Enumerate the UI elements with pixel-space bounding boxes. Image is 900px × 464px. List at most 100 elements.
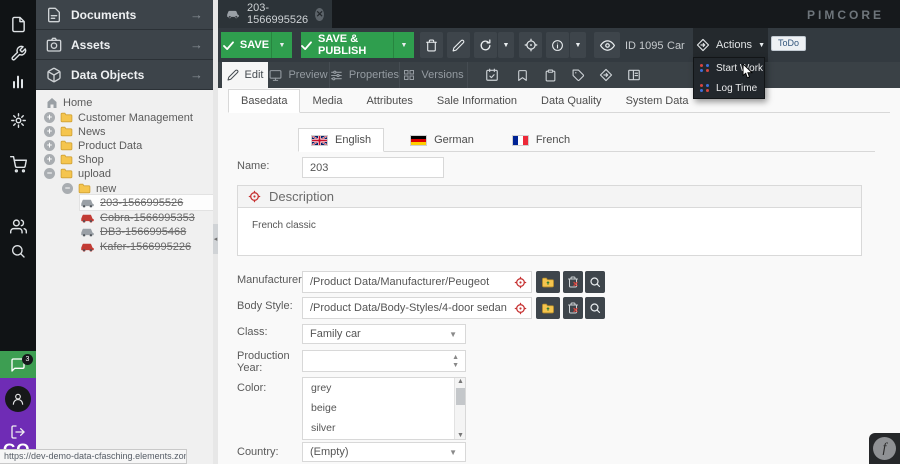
- rename-button[interactable]: [447, 32, 470, 58]
- production-year-label: Production: [237, 350, 290, 362]
- delete-button[interactable]: [420, 32, 443, 58]
- feedback-widget[interactable]: f: [869, 433, 900, 464]
- tree-item-203-selected[interactable]: 203-1566995526: [80, 195, 213, 210]
- tree-item-db3[interactable]: DB3-1566995468: [80, 224, 186, 239]
- accordion-data-objects[interactable]: Data Objects →: [36, 60, 213, 90]
- body-style-search-button[interactable]: [585, 297, 605, 319]
- locate-in-tree-button[interactable]: [519, 32, 542, 58]
- country-label: Country:: [237, 446, 279, 458]
- tab-edit[interactable]: Edit: [222, 62, 268, 88]
- tree-item-home[interactable]: Home: [46, 95, 92, 110]
- reload-button[interactable]: [474, 32, 497, 58]
- trash-icon: [425, 39, 438, 52]
- country-select[interactable]: (Empty) ▼: [302, 442, 466, 462]
- accordion-assets[interactable]: Assets →: [36, 30, 213, 60]
- tools-icon[interactable]: [0, 39, 36, 67]
- body-style-clear-button[interactable]: [563, 297, 583, 319]
- manufacturer-open-button[interactable]: [536, 271, 560, 293]
- chevron-down-icon: ▼: [575, 42, 582, 49]
- tab-versions[interactable]: Versions: [400, 62, 468, 88]
- production-year-spinner[interactable]: ▲▼: [302, 350, 466, 372]
- reports-icon[interactable]: [0, 68, 36, 96]
- camera-icon: [46, 37, 62, 53]
- tab-media[interactable]: Media: [300, 90, 354, 112]
- panel-splitter[interactable]: ◂: [213, 0, 218, 464]
- tree-item-kafer[interactable]: Kafer-1566995226: [80, 239, 191, 254]
- bookmark-icon[interactable]: [510, 64, 534, 86]
- tab-sale-information[interactable]: Sale Information: [425, 90, 529, 112]
- save-button[interactable]: SAVE: [221, 32, 271, 58]
- search-icon: [589, 302, 601, 314]
- manufacturer-clear-button[interactable]: [563, 271, 583, 293]
- tab-properties[interactable]: Properties: [330, 62, 400, 88]
- tab-language-english[interactable]: English: [298, 128, 384, 152]
- open-preview-button[interactable]: [594, 32, 620, 58]
- notes-icon[interactable]: [538, 64, 562, 86]
- settings-icon[interactable]: [0, 106, 36, 134]
- manufacturer-input[interactable]: [302, 271, 532, 293]
- color-option[interactable]: beige: [303, 398, 465, 418]
- notifications-button[interactable]: 3: [0, 351, 36, 378]
- save-publish-button[interactable]: SAVE & PUBLISH: [301, 32, 393, 58]
- notification-count-badge: 3: [22, 354, 33, 365]
- workflow-diamond-icon[interactable]: [594, 64, 618, 86]
- tree-item-new[interactable]: − new: [62, 181, 116, 196]
- body-style-open-button[interactable]: [536, 297, 560, 319]
- tag-icon[interactable]: [566, 64, 590, 86]
- save-dropdown-button[interactable]: ▼: [271, 32, 292, 58]
- tab-preview[interactable]: Preview: [268, 62, 330, 88]
- body-style-input[interactable]: [302, 297, 532, 319]
- tab-language-french[interactable]: French: [500, 129, 582, 151]
- expand-icon[interactable]: +: [44, 154, 55, 165]
- tab-system-data[interactable]: System Data: [614, 90, 701, 112]
- menu-item-start-work[interactable]: Start Work: [694, 58, 764, 78]
- scrollbar-thumb[interactable]: [456, 388, 465, 405]
- flag-gb-icon: [311, 135, 328, 146]
- users-icon[interactable]: [0, 212, 36, 240]
- close-icon[interactable]: ✕: [315, 8, 324, 21]
- tree-item-customer-management[interactable]: + Customer Management: [44, 110, 193, 125]
- open-document-tab[interactable]: 203-1566995526 ✕: [218, 0, 332, 28]
- tree-item-news[interactable]: + News: [44, 124, 106, 139]
- expand-icon[interactable]: +: [44, 140, 55, 151]
- color-option[interactable]: grey: [303, 378, 465, 398]
- class-select[interactable]: Family car ▼: [302, 324, 466, 344]
- name-input[interactable]: [302, 157, 444, 178]
- collapse-icon[interactable]: −: [62, 183, 73, 194]
- tree-item-shop[interactable]: + Shop: [44, 152, 104, 167]
- tree-item-cobra[interactable]: Cobra-1566995353: [80, 210, 195, 225]
- expand-icon[interactable]: +: [44, 112, 55, 123]
- scroll-down-icon[interactable]: ▼: [455, 432, 466, 439]
- reload-dropdown-button[interactable]: ▼: [498, 32, 514, 58]
- chevron-down-icon: ▼: [449, 448, 457, 457]
- manufacturer-search-button[interactable]: [585, 271, 605, 293]
- color-option[interactable]: silver: [303, 418, 465, 438]
- tab-data-quality[interactable]: Data Quality: [529, 90, 614, 112]
- expand-icon[interactable]: +: [44, 126, 55, 137]
- description-value[interactable]: French classic: [238, 208, 861, 243]
- tab-attributes[interactable]: Attributes: [354, 90, 424, 112]
- info-button[interactable]: [546, 32, 569, 58]
- avatar[interactable]: [5, 386, 31, 412]
- search-icon[interactable]: [0, 237, 36, 265]
- color-scrollbar[interactable]: ▲ ▼: [454, 378, 465, 439]
- info-dropdown-button[interactable]: ▼: [570, 32, 586, 58]
- tab-language-german[interactable]: German: [398, 129, 486, 151]
- collapse-icon[interactable]: −: [44, 168, 55, 179]
- spin-up-icon: ▲: [452, 354, 459, 361]
- todo-badge[interactable]: ToDo: [771, 36, 806, 51]
- tree-item-product-data[interactable]: + Product Data: [44, 138, 142, 153]
- color-multiselect[interactable]: grey beige silver ▲ ▼: [302, 377, 466, 440]
- spinner-arrows[interactable]: ▲▼: [452, 354, 459, 369]
- tree-item-upload[interactable]: − upload: [44, 166, 111, 181]
- scroll-up-icon[interactable]: ▲: [455, 378, 466, 385]
- tab-basedata[interactable]: Basedata: [228, 89, 300, 113]
- save-publish-dropdown-button[interactable]: ▼: [393, 32, 414, 58]
- menu-item-log-time[interactable]: Log Time: [694, 78, 764, 98]
- ecommerce-icon[interactable]: [0, 150, 36, 178]
- file-icon[interactable]: [0, 10, 36, 38]
- collapse-panel-handle[interactable]: ◂: [213, 224, 218, 254]
- accordion-documents[interactable]: Documents →: [36, 0, 213, 30]
- schedule-icon[interactable]: [480, 64, 504, 86]
- app-logger-icon[interactable]: [622, 64, 646, 86]
